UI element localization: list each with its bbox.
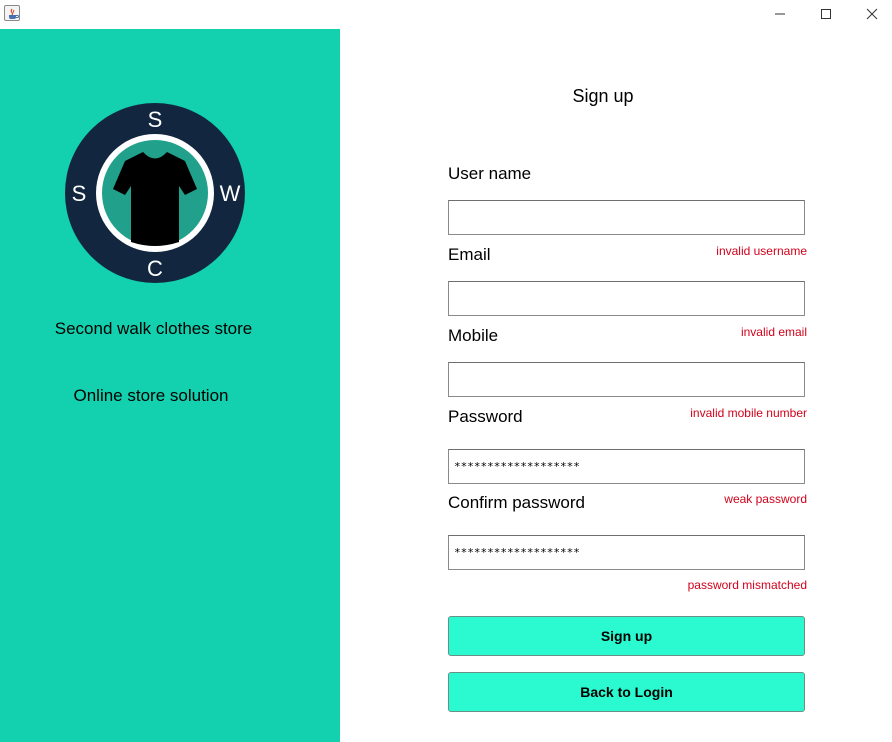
sign-up-button[interactable]: Sign up (448, 616, 805, 656)
minimize-button[interactable] (757, 0, 803, 29)
username-error: invalid username (716, 244, 807, 258)
email-field[interactable] (448, 281, 805, 316)
username-field[interactable] (448, 200, 805, 235)
store-logo: S S W C (65, 103, 245, 283)
mobile-error: invalid mobile number (690, 406, 807, 420)
minimize-icon (775, 13, 785, 15)
logo-letter-left: S (72, 181, 87, 206)
store-tagline: Online store solution (73, 386, 229, 405)
mobile-label: Mobile (448, 326, 499, 345)
store-name: Second walk clothes store (54, 319, 253, 338)
email-label: Email (448, 245, 491, 264)
logo-letter-right: W (220, 181, 241, 206)
username-label: User name (448, 164, 532, 183)
password-error: weak password (724, 492, 807, 506)
close-button[interactable] (849, 0, 892, 29)
mobile-field[interactable] (448, 362, 805, 397)
confirm-password-error: password mismatched (687, 578, 807, 592)
brand-panel: S S W C Second walk clothes store Online… (0, 29, 340, 742)
confirm-password-label: Confirm password (448, 493, 585, 512)
back-to-login-button[interactable]: Back to Login (448, 672, 805, 712)
window-title-bar (0, 0, 892, 29)
confirm-password-field[interactable] (448, 535, 805, 570)
logo-letter-bottom: C (147, 256, 163, 281)
close-icon (866, 8, 878, 20)
java-coffee-cup-icon (4, 5, 20, 21)
page-title: Sign up (572, 86, 634, 106)
email-error: invalid email (740, 325, 807, 339)
maximize-icon (821, 9, 831, 19)
maximize-button[interactable] (803, 0, 849, 29)
logo-letter-top: S (148, 107, 163, 132)
password-label: Password (448, 407, 523, 426)
password-field[interactable] (448, 449, 805, 484)
